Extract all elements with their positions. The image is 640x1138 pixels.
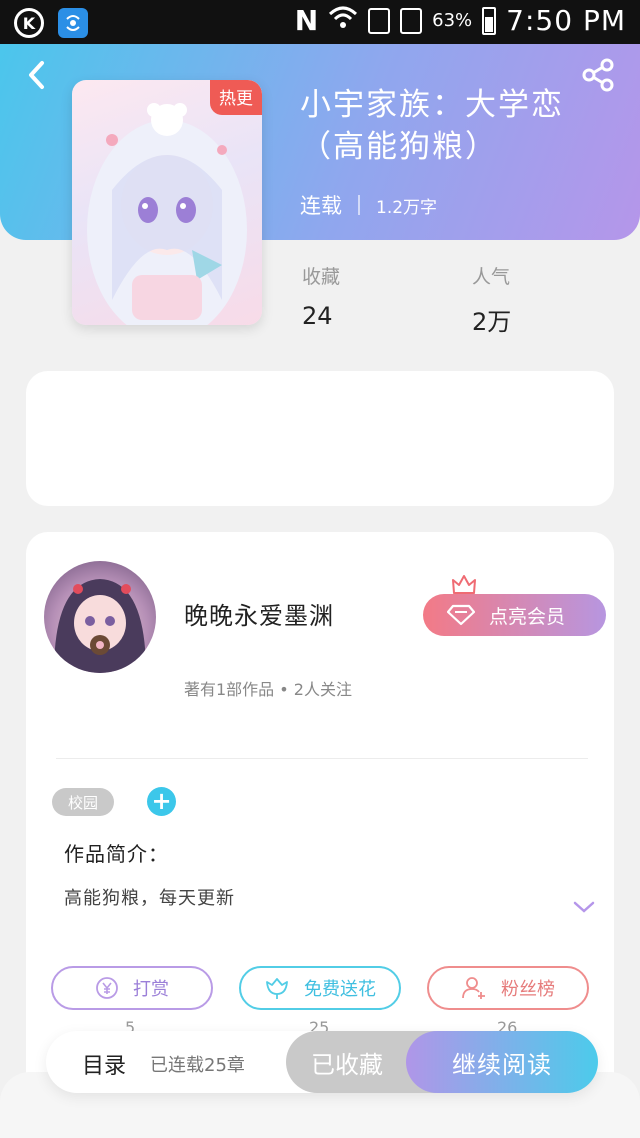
favorites-value: 24: [302, 302, 333, 330]
continue-reading-label: 继续阅读: [452, 1050, 552, 1079]
continue-reading-button[interactable]: 继续阅读: [406, 1031, 598, 1093]
chapter-count: 已连载25章: [150, 1055, 245, 1076]
favorited-label: 已收藏: [311, 1050, 383, 1079]
word-count: 1.2万字: [376, 197, 438, 218]
intro-title: 作品简介：: [64, 842, 169, 866]
table-of-contents-button[interactable]: 目录: [82, 1048, 126, 1080]
fans-label: 粉丝榜: [501, 979, 555, 1000]
chevron-down-icon[interactable]: [572, 898, 596, 916]
tag-campus[interactable]: 校园: [52, 788, 114, 816]
book-status-line: 连载 1.2万字: [300, 190, 437, 220]
empty-card: [26, 371, 614, 506]
n-icon: N: [294, 4, 319, 37]
popularity-value: 2万: [472, 308, 512, 336]
intro-text: 高能狗粮，每天更新: [64, 888, 235, 909]
flower-icon: [266, 978, 288, 999]
section-divider: [56, 758, 588, 759]
wifi-app-icon: [58, 8, 88, 38]
popularity-label: 人气: [472, 266, 511, 288]
tip-button[interactable]: 打赏: [51, 966, 213, 1010]
sim1-icon: [368, 7, 391, 34]
yen-icon: [96, 977, 118, 999]
back-arrow-icon[interactable]: [22, 58, 52, 92]
battery-percent: 63%: [432, 10, 473, 31]
fan-user-icon: [462, 977, 485, 999]
activate-vip-button[interactable]: 点亮会员: [423, 594, 606, 636]
author-meta: 著有1部作品 • 2人关注: [184, 680, 352, 699]
favorites-label: 收藏: [302, 266, 341, 288]
book-cover[interactable]: 热更: [72, 80, 262, 325]
vip-label: 点亮会员: [489, 605, 566, 628]
sim2-icon: [400, 7, 423, 34]
status-bar: K N 63% 7:50 PM: [0, 0, 640, 44]
fan-ranking-button[interactable]: 粉丝榜: [427, 966, 589, 1010]
tip-label: 打赏: [133, 979, 169, 1000]
hot-update-badge: 热更: [210, 80, 262, 115]
author-avatar[interactable]: [44, 561, 156, 673]
add-tag-button[interactable]: +: [147, 787, 176, 816]
status-separator: [358, 195, 360, 215]
clock: 7:50 PM: [506, 4, 626, 37]
avatar-illustration: [54, 579, 146, 673]
author-name[interactable]: 晚晚永爱墨渊: [184, 596, 334, 631]
book-title: 小宇家族：大学恋（高能狗粮）: [300, 87, 564, 165]
diamond-icon: [447, 604, 475, 626]
cover-illustration: [87, 103, 247, 325]
wifi-signal-icon: [328, 5, 358, 36]
flower-label: 免费送花: [304, 979, 376, 1000]
k-circle-icon: K: [14, 8, 44, 38]
battery-icon: [482, 6, 497, 35]
send-flower-button[interactable]: 免费送花: [239, 966, 401, 1010]
crown-icon: [452, 575, 476, 594]
serial-status: 连载: [300, 194, 342, 218]
